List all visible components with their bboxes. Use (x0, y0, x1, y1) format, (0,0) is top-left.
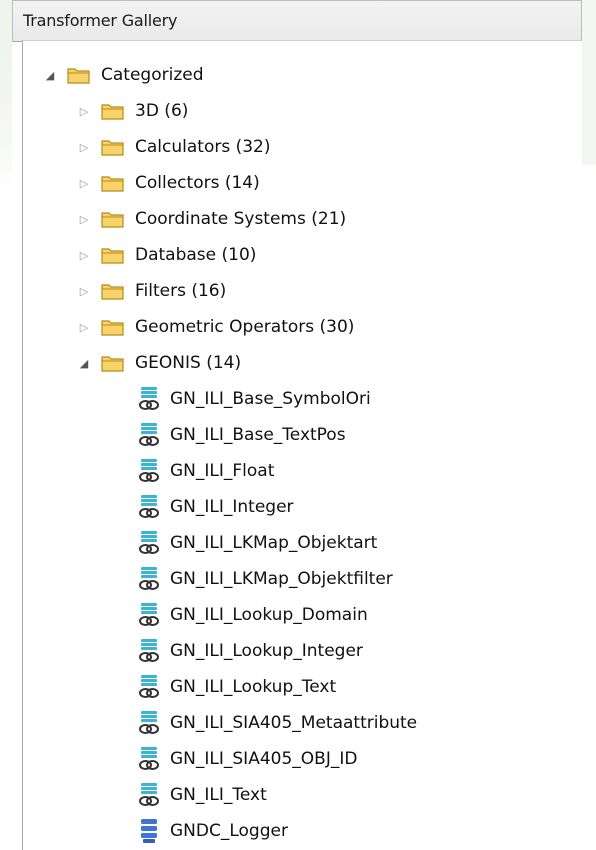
tree-node-transformer[interactable]: GN_ILI_Lookup_Integer (23, 633, 582, 669)
tree-node-category[interactable]: ▷ Database (10) (23, 237, 582, 273)
folder-icon (101, 173, 125, 193)
background-right (581, 0, 596, 165)
tree-node-transformer[interactable]: GN_ILI_Text (23, 777, 582, 813)
transformer-gallery-panel: Transformer Gallery ◢ Categorized ▷ 3D (6… (12, 0, 582, 850)
tree-node-label: 3D (6) (135, 101, 189, 121)
tree-node-label: Coordinate Systems (21) (135, 209, 347, 229)
custom-transformer-icon (138, 674, 160, 700)
tree-node-transformer[interactable]: GN_ILI_Base_TextPos (23, 417, 582, 453)
tree-node-transformer[interactable]: GN_ILI_Float (23, 453, 582, 489)
folder-icon (101, 209, 125, 229)
custom-transformer-icon (138, 782, 160, 808)
transformer-tree[interactable]: ◢ Categorized ▷ 3D (6) ▷ Calculators (32) ▷ C… (22, 40, 582, 850)
tree-node-label: GN_ILI_Lookup_Integer (170, 641, 363, 661)
folder-icon (67, 65, 91, 85)
tree-node-transformer[interactable]: GN_ILI_Lookup_Text (23, 669, 582, 705)
tree-node-label: GEONIS (14) (135, 353, 242, 373)
folder-icon (101, 245, 125, 265)
tree-node-label: GN_ILI_LKMap_Objektfilter (170, 569, 393, 589)
tree-node-label: GN_ILI_SIA405_OBJ_ID (170, 749, 358, 769)
custom-transformer-icon (138, 566, 160, 592)
tree-node-label: GN_ILI_Float (170, 461, 275, 481)
tree-node-label: Calculators (32) (135, 137, 271, 157)
expand-toggle-icon[interactable]: ◢ (75, 354, 93, 372)
panel-title: Transformer Gallery (12, 0, 582, 42)
tree-node-label: GN_ILI_Lookup_Text (170, 677, 337, 697)
tree-node-label: GNDC_Logger (170, 821, 288, 841)
tree-node-category[interactable]: ▷ Coordinate Systems (21) (23, 201, 582, 237)
category-list: ▷ 3D (6) ▷ Calculators (32) ▷ Collectors (14)… (23, 93, 582, 849)
tree-node-label: GN_ILI_LKMap_Objektart (170, 533, 378, 553)
tree-node-transformer[interactable]: GN_ILI_Integer (23, 489, 582, 525)
custom-transformer-icon (138, 422, 160, 448)
custom-transformer-icon (138, 602, 160, 628)
tree-node-label: GN_ILI_Integer (170, 497, 294, 517)
tree-node-category[interactable]: ◢ GEONIS (14) (23, 345, 582, 381)
tree-node-label: Database (10) (135, 245, 257, 265)
collapse-toggle-icon[interactable]: ▷ (75, 246, 93, 264)
tree-node-label: Filters (16) (135, 281, 227, 301)
collapse-toggle-icon[interactable]: ▷ (75, 102, 93, 120)
folder-icon (101, 137, 125, 157)
tree-node-label: Collectors (14) (135, 173, 260, 193)
folder-icon (101, 317, 125, 337)
tree-node-label: GN_ILI_Base_SymbolOri (170, 389, 371, 409)
tree-node-transformer[interactable]: GN_ILI_SIA405_OBJ_ID (23, 741, 582, 777)
custom-transformer-icon (138, 710, 160, 736)
custom-transformer-icon (138, 458, 160, 484)
tree-node-transformer[interactable]: GN_ILI_Lookup_Domain (23, 597, 582, 633)
expand-toggle-icon[interactable]: ◢ (41, 66, 59, 84)
tree-node-category[interactable]: ▷ Calculators (32) (23, 129, 582, 165)
custom-transformer-icon (138, 638, 160, 664)
tree-node-label: Geometric Operators (30) (135, 317, 355, 337)
tree-node-category[interactable]: ▷ Collectors (14) (23, 165, 582, 201)
collapse-toggle-icon[interactable]: ▷ (75, 174, 93, 192)
tree-node-transformer[interactable]: GN_ILI_LKMap_Objektart (23, 525, 582, 561)
tree-node-label: GN_ILI_Lookup_Domain (170, 605, 368, 625)
custom-transformer-icon (138, 530, 160, 556)
tree-node-category[interactable]: ▷ 3D (6) (23, 93, 582, 129)
tree-node-label: GN_ILI_Base_TextPos (170, 425, 346, 445)
tree-node-transformer[interactable]: GN_ILI_Base_SymbolOri (23, 381, 582, 417)
collapse-toggle-icon[interactable]: ▷ (75, 318, 93, 336)
tree-node-label: GN_ILI_SIA405_Metaattribute (170, 713, 418, 733)
collapse-toggle-icon[interactable]: ▷ (75, 138, 93, 156)
tree-node-transformer[interactable]: GN_ILI_SIA405_Metaattribute (23, 705, 582, 741)
collapse-toggle-icon[interactable]: ▷ (75, 210, 93, 228)
custom-transformer-icon (138, 746, 160, 772)
tree-node-category[interactable]: ▷ Filters (16) (23, 273, 582, 309)
folder-icon (101, 101, 125, 121)
collapse-toggle-icon[interactable]: ▷ (75, 282, 93, 300)
custom-transformer-icon (138, 494, 160, 520)
folder-icon (101, 353, 125, 373)
tree-node-category[interactable]: ▷ Geometric Operators (30) (23, 309, 582, 345)
custom-transformer-icon (138, 386, 160, 412)
tree-node-label: Categorized (101, 65, 204, 85)
tree-node-transformer[interactable]: GNDC_Logger (23, 813, 582, 849)
tree-node-categorized[interactable]: ◢ Categorized (23, 57, 582, 93)
tree-node-transformer[interactable]: GN_ILI_LKMap_Objektfilter (23, 561, 582, 597)
transformer-icon (138, 818, 160, 844)
folder-icon (101, 281, 125, 301)
tree-node-label: GN_ILI_Text (170, 785, 267, 805)
